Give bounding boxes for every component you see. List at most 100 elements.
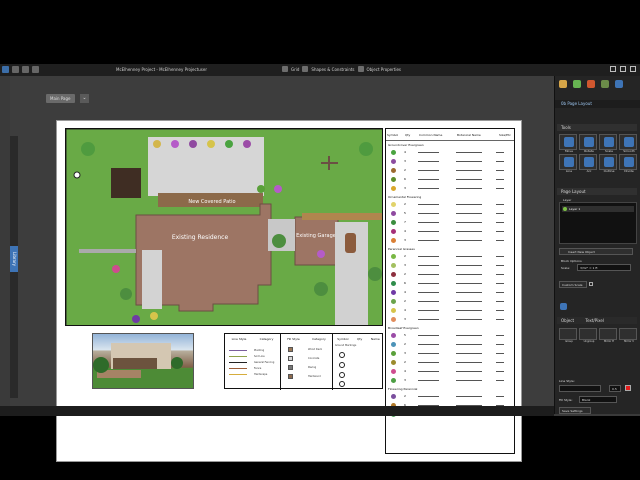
house-icon[interactable] (587, 80, 595, 88)
legend-row[interactable]: 2 (386, 200, 514, 209)
new-file-icon[interactable] (12, 66, 19, 73)
common-name-line (418, 161, 439, 162)
ungroup-button[interactable]: Ungroup (579, 328, 597, 343)
side-path (79, 249, 136, 253)
legend-row[interactable]: 3 (386, 184, 514, 193)
tree-icon[interactable] (601, 80, 609, 88)
legend-row[interactable]: 3 (386, 376, 514, 385)
mirror-h-button[interactable]: Mirror H (599, 328, 617, 343)
move-tool-button[interactable]: Move (559, 134, 577, 153)
custom-scale-checkbox[interactable] (589, 282, 593, 286)
object-tab[interactable]: Object (561, 318, 574, 323)
legend-row[interactable]: 6 (386, 279, 514, 288)
legend-row[interactable]: 2 (386, 252, 514, 261)
site-plan-drawing[interactable]: New Covered Patio Existing Residence Exi… (65, 128, 383, 326)
legend-row[interactable]: 3 (386, 261, 514, 270)
common-name-line (418, 310, 439, 311)
legend-row[interactable]: 4 (386, 306, 514, 315)
maximize-icon[interactable] (620, 66, 626, 72)
legend-row[interactable]: 2 (386, 270, 514, 279)
grid-label[interactable]: Grid (291, 67, 299, 72)
category-heading: Category (259, 337, 274, 341)
botanical-name-line (456, 179, 482, 180)
legend-row[interactable]: 2 (386, 358, 514, 367)
app-menu-icon[interactable] (2, 66, 9, 73)
legend-row[interactable]: 5 (386, 209, 514, 218)
legend-row[interactable]: 4 (386, 288, 514, 297)
save-icon[interactable] (32, 66, 39, 73)
rotate-tool-button[interactable]: Rotate (579, 134, 597, 153)
fill-style-select[interactable]: Blank (579, 396, 617, 403)
header-qty: Qty (405, 133, 411, 137)
insert-new-object-button[interactable]: Insert New Object (559, 248, 633, 255)
smooth-tool-button[interactable]: Smooth (619, 134, 637, 153)
grid-icon[interactable] (282, 66, 288, 72)
scale-select[interactable]: 3/32" = 1 ft (577, 264, 631, 271)
botanical-name-line (456, 310, 482, 311)
shapes-icon[interactable] (302, 66, 309, 72)
shapes-label[interactable]: Shapes & Constraints (311, 67, 354, 72)
line-tool-button[interactable]: Line (559, 154, 577, 173)
legend-row[interactable]: 2 (386, 392, 514, 401)
plant-icon[interactable] (573, 80, 581, 88)
mirror-v-button[interactable]: Mirror V (619, 328, 637, 343)
size-line (496, 265, 504, 266)
legend-row[interactable]: 4 (386, 367, 514, 376)
line-label: Line (565, 169, 573, 173)
screen-icon[interactable] (615, 80, 623, 88)
legend-row[interactable]: 4 (386, 148, 514, 157)
plant-qty: 2 (404, 168, 406, 172)
legend-row[interactable]: 3 (386, 315, 514, 324)
legend-row[interactable]: 3 (386, 349, 514, 358)
layer-list[interactable]: Layer 1 (559, 202, 637, 244)
line-icon (564, 157, 574, 167)
existing-garage (294, 216, 339, 266)
plant-symbol-icon (391, 281, 396, 286)
legend-row[interactable]: 5 (386, 331, 514, 340)
properties-icon[interactable] (357, 66, 364, 72)
legend-row[interactable]: 6 (386, 175, 514, 184)
legend-row[interactable]: 7 (386, 218, 514, 227)
common-name-line (418, 335, 439, 336)
drawing-legend-box[interactable]: Line Style Category Planting Sod Line Ge… (224, 333, 383, 390)
legend-row[interactable]: 2 (386, 340, 514, 349)
line-style-select[interactable] (559, 385, 601, 392)
layer-visible-icon[interactable] (563, 207, 567, 211)
plant-symbol-icon (391, 202, 396, 207)
save-settings-button[interactable]: Save Settings (559, 407, 591, 414)
group-button[interactable]: Group (559, 328, 577, 343)
scale-tool-button[interactable]: Scale (599, 134, 617, 153)
plant-symbol-icon (391, 308, 396, 313)
header-size: Size/Etc (499, 133, 511, 137)
text-tab[interactable]: Text/Pixel (585, 318, 604, 323)
main-page-tab[interactable]: Main Page (46, 94, 75, 103)
open-file-icon[interactable] (22, 66, 29, 73)
gravel-bed (142, 250, 162, 309)
plant-symbol-icon (391, 159, 396, 164)
outline-tool-button[interactable]: Outline (599, 154, 617, 173)
scale-icon (604, 137, 614, 147)
close-icon[interactable] (630, 66, 636, 72)
legend-row[interactable]: 2 (386, 297, 514, 306)
layer-item-layer-1[interactable]: Layer 1 (562, 206, 634, 212)
library-tab[interactable]: Library (10, 246, 18, 272)
legend-row[interactable]: 3 (386, 236, 514, 245)
minimize-icon[interactable] (610, 66, 616, 72)
page-options-icon[interactable]: ⌄ (80, 94, 89, 103)
legend-row[interactable]: 2 (386, 166, 514, 175)
line-color-swatch[interactable] (625, 385, 631, 391)
divide-tool-button[interactable]: Divide (619, 154, 637, 173)
custom-scale-button[interactable]: Custom Scale (559, 281, 587, 288)
plant-qty: 2 (404, 342, 406, 346)
legend-row[interactable]: 3 (386, 157, 514, 166)
hand-tool-icon[interactable] (560, 303, 567, 310)
legend-row[interactable]: 4 (386, 227, 514, 236)
properties-label[interactable]: Object Properties (367, 67, 402, 72)
common-name-line (418, 283, 439, 284)
line-width-input[interactable]: 0.5 (609, 385, 621, 392)
arc-tool-button[interactable]: Arc (579, 154, 597, 173)
tree-5-icon (368, 267, 382, 281)
shrub-10-icon (112, 265, 120, 273)
size-line (496, 380, 504, 381)
pencil-icon[interactable] (559, 80, 567, 88)
